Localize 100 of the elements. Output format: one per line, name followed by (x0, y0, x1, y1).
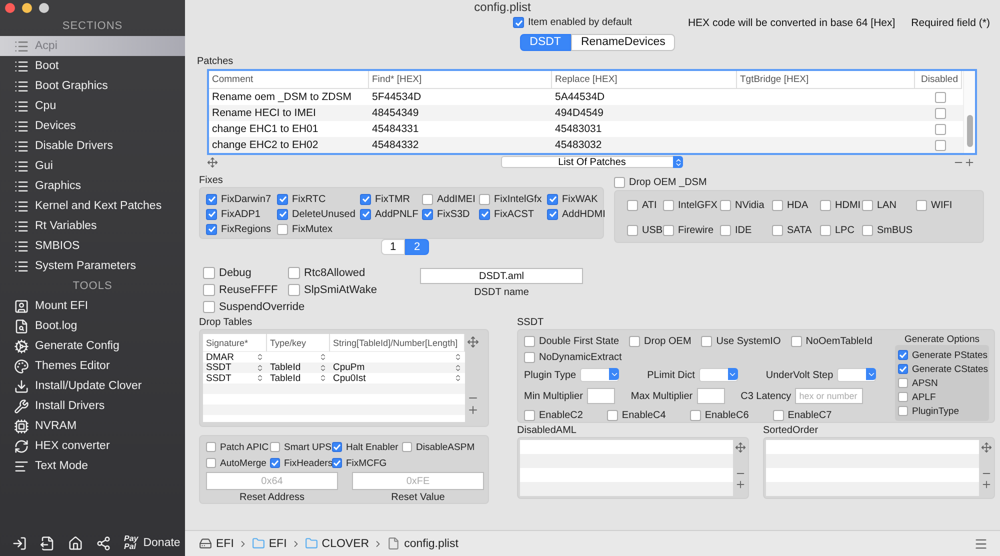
sidebar-item[interactable]: Cpu (0, 96, 185, 116)
tab[interactable]: RenameDevices (570, 34, 676, 50)
device-checkbox[interactable]: WIFI (916, 198, 952, 212)
option-checkbox[interactable]: NoDynamicExtract (524, 350, 622, 364)
tool-item[interactable]: HEX converter (0, 436, 185, 456)
sidebar-item[interactable]: SMBIOS (0, 236, 185, 256)
tool-item[interactable]: Mount EFI (0, 296, 185, 316)
tool-item[interactable]: Install/Update Clover (0, 376, 185, 396)
tool-item[interactable]: Text Mode (0, 456, 185, 476)
drop-oem-checkbox[interactable]: Drop OEM _DSM (614, 175, 707, 189)
dropdown[interactable] (580, 368, 620, 382)
option-checkbox[interactable]: EnableC2 (524, 408, 583, 422)
dropdown[interactable] (698, 368, 738, 382)
column-header[interactable]: Find* [HEX] (369, 71, 552, 89)
device-checkbox[interactable]: USB (627, 223, 663, 237)
sidebar-item[interactable]: Boot (0, 56, 185, 76)
plus-icon[interactable] (964, 156, 975, 168)
column-header[interactable]: TgtBridge [HEX] (737, 71, 915, 89)
stepper-icon[interactable] (319, 353, 327, 362)
fix-checkbox[interactable]: AddHDMI (547, 207, 606, 221)
option-checkbox[interactable]: APLF (898, 390, 936, 404)
sidebar-item[interactable]: Gui (0, 156, 185, 176)
move-icon[interactable] (467, 336, 479, 348)
stepper-icon[interactable] (454, 374, 462, 382)
option-checkbox[interactable]: NoOemTableId (790, 334, 872, 348)
sidebar-item[interactable]: Disable Drivers (0, 136, 185, 156)
move-icon[interactable] (207, 156, 218, 168)
column-header[interactable]: Comment (209, 71, 369, 89)
path-item[interactable]: EFI (252, 537, 287, 550)
fix-checkbox[interactable]: FixADP1 (206, 207, 260, 221)
option-checkbox[interactable]: SlpSmiAtWake (288, 283, 377, 297)
option-checkbox[interactable]: Halt Enabler (332, 440, 398, 454)
export-icon[interactable] (40, 536, 55, 550)
stepper-icon[interactable] (454, 353, 462, 362)
reset-address-field[interactable]: 0x64 (206, 472, 338, 490)
fix-checkbox[interactable]: FixDarwin7 (206, 192, 272, 206)
option-checkbox[interactable]: Patch APIC (206, 440, 269, 454)
plus-icon[interactable] (981, 479, 992, 490)
tool-item[interactable]: Generate Config (0, 336, 185, 356)
move-icon[interactable] (735, 442, 746, 453)
stepper-icon[interactable] (256, 353, 264, 362)
number-field[interactable] (696, 388, 725, 404)
column-header[interactable]: Type/key (267, 334, 330, 352)
page-button[interactable]: 1 (381, 239, 405, 255)
tool-item[interactable]: Themes Editor (0, 356, 185, 376)
scrollbar-thumb[interactable] (966, 115, 972, 147)
stepper-icon[interactable] (454, 364, 462, 372)
option-checkbox[interactable]: FixHeaders (270, 456, 333, 470)
column-header[interactable]: String[TableId]/Number[Length] (330, 334, 465, 352)
fix-checkbox[interactable]: FixWAK (547, 192, 598, 206)
option-checkbox[interactable]: EnableC7 (772, 408, 832, 422)
device-checkbox[interactable]: SmBUS (862, 223, 913, 237)
zoom-button[interactable] (39, 3, 49, 13)
option-checkbox[interactable]: FixMCFG (332, 456, 387, 470)
option-checkbox[interactable]: Use SystemIO (701, 334, 781, 348)
column-header[interactable]: Signature* (203, 334, 267, 352)
device-checkbox[interactable]: SATA (772, 223, 812, 237)
move-icon[interactable] (981, 442, 992, 453)
home-icon[interactable] (68, 536, 83, 550)
fix-checkbox[interactable]: FixTMR (360, 192, 410, 206)
path-item[interactable]: EFI (199, 537, 234, 550)
path-item[interactable]: config.plist (387, 537, 458, 550)
menu-icon[interactable] (974, 536, 988, 550)
sidebar-item[interactable]: System Parameters (0, 256, 185, 276)
stepper-icon[interactable] (256, 364, 264, 372)
option-checkbox[interactable]: ReuseFFFF (203, 283, 278, 297)
fix-checkbox[interactable]: FixIntelGfx (479, 192, 542, 206)
sidebar-item[interactable]: Devices (0, 116, 185, 136)
option-checkbox[interactable]: Rtc8Allowed (288, 266, 366, 280)
stepper-icon[interactable] (256, 374, 264, 382)
device-checkbox[interactable]: HDA (772, 198, 808, 212)
tool-item[interactable]: Boot.log (0, 316, 185, 336)
column-header[interactable]: Replace [HEX] (552, 71, 737, 89)
fix-checkbox[interactable]: DeleteUnused (277, 207, 356, 221)
fix-checkbox[interactable]: AddPNLF (360, 207, 418, 221)
fix-checkbox[interactable]: AddIMEI (422, 192, 476, 206)
fix-checkbox[interactable]: FixRTC (277, 192, 326, 206)
fix-checkbox[interactable]: FixMutex (277, 222, 333, 236)
option-checkbox[interactable]: Smart UPS (270, 440, 332, 454)
tool-item[interactable]: NVRAM (0, 416, 185, 436)
option-checkbox[interactable]: PluginType (898, 404, 960, 418)
number-field[interactable]: hex or number (795, 388, 864, 404)
path-item[interactable]: CLOVER (304, 537, 370, 550)
device-checkbox[interactable]: ATI (627, 198, 657, 212)
enabled-checkbox[interactable]: Item enabled by default (513, 16, 632, 30)
sidebar-item[interactable]: Kernel and Kext Patches (0, 196, 185, 216)
plus-icon[interactable] (467, 404, 479, 416)
fix-checkbox[interactable]: FixACST (479, 207, 534, 221)
tool-item[interactable]: Install Drivers (0, 396, 185, 416)
sidebar-item[interactable]: Boot Graphics (0, 76, 185, 96)
option-checkbox[interactable]: APSN (898, 376, 938, 390)
minimize-button[interactable] (22, 3, 32, 13)
device-checkbox[interactable]: Firewire (663, 223, 714, 237)
device-checkbox[interactable]: IntelGFX (663, 198, 718, 212)
option-checkbox[interactable]: Generate PStates (898, 348, 988, 362)
device-checkbox[interactable]: NVidia (720, 198, 764, 212)
stepper-icon[interactable] (319, 364, 327, 372)
option-checkbox[interactable]: EnableC6 (690, 408, 749, 422)
option-checkbox[interactable]: Debug (203, 266, 252, 280)
sidebar-item[interactable]: Rt Variables (0, 216, 185, 236)
